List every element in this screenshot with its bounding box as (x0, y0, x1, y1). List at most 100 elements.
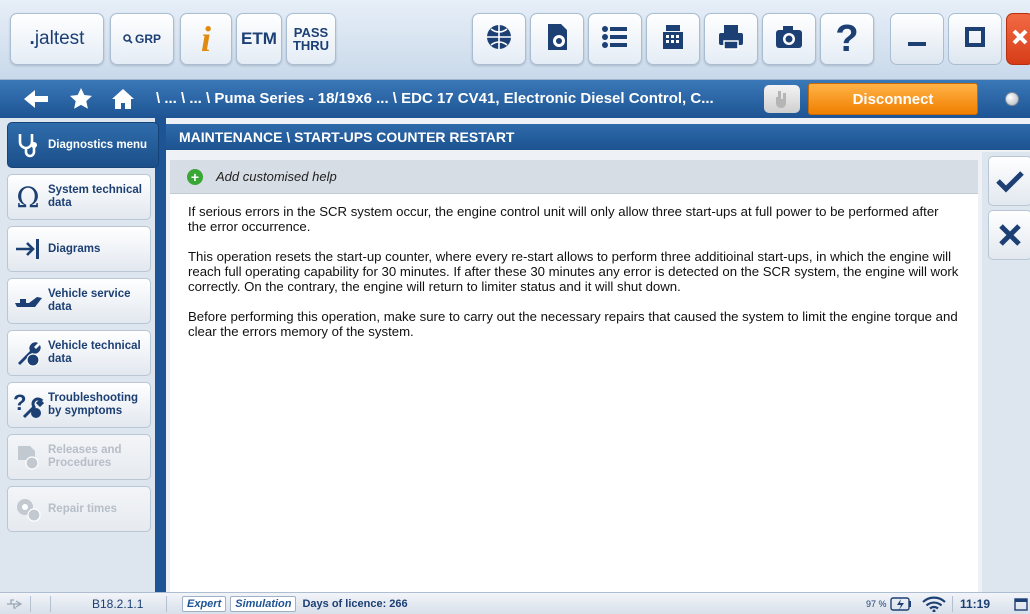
star-icon (70, 88, 92, 109)
status-separator (50, 596, 51, 612)
page-title: MAINTENANCE \ START-UPS COUNTER RESTART (166, 124, 1030, 150)
omega-icon: Ω (16, 180, 40, 214)
sidebar-item-label: Troubleshooting by symptoms (48, 392, 139, 417)
jaltest-app-window: .jaltest GRP i ETM PASS THRU ? \ ... \ .… (0, 0, 1030, 614)
document-globe-icon (8, 437, 48, 477)
back-arrow-icon (24, 90, 48, 108)
top-toolbar: .jaltest GRP i ETM PASS THRU ? (0, 0, 1030, 80)
calculator-icon (658, 22, 688, 57)
question-wrench-icon: ? (8, 385, 48, 425)
procedure-description: If serious errors in the SCR system occu… (170, 194, 978, 592)
clock-time: 11:19 (960, 597, 991, 611)
sidebar-item-label: Releases and Procedures (48, 444, 122, 469)
cancel-button[interactable] (988, 210, 1030, 260)
etm-label: ETM (241, 29, 277, 48)
add-customised-help-label: Add customised help (216, 169, 337, 184)
sidebar-item-system-technical-data[interactable]: Ω System technical data (7, 174, 151, 220)
status-separator (166, 596, 167, 612)
accept-button[interactable] (988, 156, 1030, 206)
wifi-icon (922, 593, 946, 614)
connection-led-indicator (1005, 92, 1019, 106)
close-icon (1010, 27, 1030, 52)
description-paragraph: Before performing this operation, make s… (188, 309, 958, 339)
document-gear-icon (541, 21, 573, 58)
stethoscope-icon (8, 125, 48, 165)
navigation-bar: \ ... \ ... \ Puma Series - 18/19x6 ... … (0, 80, 1030, 118)
minimize-button[interactable] (890, 13, 944, 65)
back-button[interactable] (20, 86, 52, 112)
svg-text:?: ? (13, 390, 26, 415)
wrench-globe-icon (8, 333, 48, 373)
status-separator (952, 596, 953, 612)
status-separator (30, 596, 31, 612)
simulation-mode-badge: Simulation (230, 596, 297, 612)
add-customised-help-bar[interactable]: + Add customised help (170, 160, 978, 194)
sidebar-item-diagrams[interactable]: Diagrams (7, 226, 151, 272)
diagram-arrow-icon (8, 229, 48, 269)
settings-document-button[interactable] (530, 13, 584, 65)
description-paragraph: This operation resets the start-up count… (188, 249, 959, 294)
sidebar-item-diagnostics-menu[interactable]: Diagnostics menu (7, 122, 159, 168)
list-button[interactable] (588, 13, 642, 65)
info-button[interactable]: i (180, 13, 232, 65)
home-icon (112, 89, 134, 109)
description-paragraph: If serious errors in the SCR system occu… (188, 204, 939, 234)
list-icon (599, 21, 631, 58)
sidebar-item-label: Diagrams (48, 242, 101, 255)
question-icon: ? (835, 17, 859, 60)
calendar-icon (1014, 593, 1028, 614)
expert-mode-badge: Expert (182, 596, 227, 612)
gear-clock-icon (8, 489, 48, 529)
print-button[interactable] (704, 13, 758, 65)
close-button[interactable] (1006, 13, 1030, 65)
minimize-icon (906, 26, 928, 53)
maximize-button[interactable] (948, 13, 1002, 65)
globe-icon (483, 21, 515, 58)
help-button[interactable]: ? (820, 13, 874, 65)
info-icon: i (200, 19, 211, 59)
disconnect-button[interactable]: Disconnect (808, 83, 978, 115)
oil-can-icon (8, 281, 48, 321)
connector-status-button[interactable] (764, 85, 800, 113)
pass-thru-button[interactable]: PASS THRU (286, 13, 336, 65)
version-label: B18.2.1.1 (92, 597, 144, 611)
magnifier-icon (123, 34, 133, 44)
home-button[interactable] (108, 86, 138, 112)
battery-charging-icon (890, 593, 912, 614)
jaltest-logo-button[interactable]: .jaltest (10, 13, 104, 65)
camera-button[interactable] (762, 13, 816, 65)
globe-button[interactable] (472, 13, 526, 65)
sidebar-item-label: System technical data (48, 184, 142, 209)
checkmark-icon (996, 171, 1024, 193)
jaltest-logo: .jaltest (29, 28, 85, 49)
breadcrumb-path[interactable]: \ ... \ ... \ Puma Series - 18/19x6 ... … (156, 80, 768, 118)
sidebar: Diagnostics menu Ω System technical data… (0, 118, 166, 592)
sidebar-item-releases-and-procedures[interactable]: Releases and Procedures (7, 434, 151, 480)
sidebar-item-repair-times[interactable]: Repair times (7, 486, 151, 532)
favorites-button[interactable] (66, 86, 96, 112)
sidebar-item-label: Vehicle technical data (48, 340, 141, 365)
mode-tags: Expert Simulation Days of licence: 266 (182, 593, 408, 614)
cross-icon (999, 224, 1021, 246)
sidebar-item-label: Diagnostics menu (48, 138, 148, 151)
grp-label: GRP (134, 32, 161, 46)
etm-button[interactable]: ETM (236, 13, 282, 65)
camera-icon (773, 21, 805, 58)
sidebar-item-label: Repair times (48, 502, 118, 515)
sidebar-item-label: Vehicle service data (48, 288, 131, 313)
battery-percentage: 97 % (866, 599, 887, 609)
sidebar-item-vehicle-service-data[interactable]: Vehicle service data (7, 278, 151, 324)
grp-button[interactable]: GRP (110, 13, 174, 65)
thru-label: THRU (292, 38, 330, 53)
calculator-button[interactable] (646, 13, 700, 65)
hand-plug-icon (776, 91, 786, 108)
sidebar-item-troubleshooting-by-symptoms[interactable]: ? Troubleshooting by symptoms (7, 382, 151, 428)
printer-icon (715, 21, 747, 58)
status-bar: B18.2.1.1 Expert Simulation Days of lice… (0, 592, 1030, 614)
usb-icon (6, 593, 22, 614)
licence-days-label: Days of licence: 266 (302, 598, 408, 610)
action-panel (982, 152, 1030, 592)
maximize-icon (964, 26, 986, 53)
sidebar-item-vehicle-technical-data[interactable]: Vehicle technical data (7, 330, 151, 376)
plus-icon: + (187, 168, 203, 185)
